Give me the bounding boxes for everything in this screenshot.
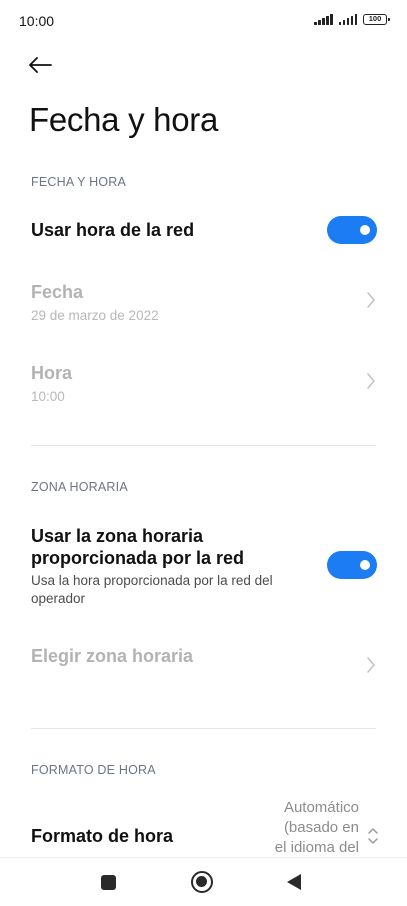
- signal-icon-2: [338, 14, 357, 25]
- date-value: 29 de marzo de 2022: [31, 308, 159, 323]
- chevron-right-icon: [367, 373, 375, 389]
- toggle-knob: [360, 560, 370, 570]
- divider: [31, 445, 376, 446]
- chevron-right-icon: [367, 292, 375, 308]
- network-zone-subtitle-line2: operador: [31, 591, 86, 606]
- status-bar: 10:00 100: [0, 0, 407, 44]
- chevron-up-down-icon[interactable]: [367, 827, 379, 845]
- status-time: 10:00: [19, 13, 55, 29]
- network-zone-subtitle-line1: Usa la hora proporcionada por la red del: [31, 573, 273, 588]
- page-title: Fecha y hora: [29, 101, 219, 138]
- network-zone-toggle[interactable]: [327, 551, 377, 579]
- home-button[interactable]: [191, 871, 213, 893]
- time-format-title: Formato de hora: [31, 826, 174, 846]
- choose-zone-row[interactable]: Elegir zona horaria: [0, 633, 407, 697]
- battery-icon: 100: [363, 14, 390, 25]
- nav-back-button[interactable]: [287, 874, 301, 890]
- choose-zone-title: Elegir zona horaria: [31, 646, 194, 666]
- network-zone-title-line2: proporcionada por la red: [31, 548, 245, 568]
- chevron-right-icon: [367, 657, 375, 673]
- time-format-value: Automático (basado en el idioma del: [244, 798, 359, 858]
- time-format-value-line3: el idioma del: [274, 839, 359, 856]
- network-zone-title-line1: Usar la zona horaria: [31, 526, 204, 546]
- section-header-time-format: FORMATO DE HORA: [31, 763, 156, 777]
- network-time-title: Usar hora de la red: [31, 220, 195, 240]
- date-row[interactable]: Fecha 29 de marzo de 2022: [0, 270, 407, 336]
- network-time-toggle[interactable]: [327, 216, 377, 244]
- divider: [31, 728, 376, 729]
- network-zone-row[interactable]: Usar la zona horaria proporcionada por l…: [0, 520, 407, 612]
- network-time-row[interactable]: Usar hora de la red: [0, 206, 407, 256]
- arrow-left-icon: [29, 57, 52, 73]
- status-icons: 100: [314, 14, 390, 25]
- navigation-bar: [0, 857, 407, 906]
- time-format-value-line2: (basado en: [283, 819, 359, 836]
- toggle-knob: [360, 225, 370, 235]
- time-value: 10:00: [31, 389, 65, 404]
- recents-button[interactable]: [101, 875, 116, 890]
- time-format-value-line1: Automático: [283, 799, 359, 816]
- date-title: Fecha: [31, 282, 84, 302]
- section-header-time-zone: ZONA HORARIA: [31, 480, 128, 494]
- battery-level: 100: [368, 14, 382, 23]
- signal-icon: [314, 14, 333, 25]
- section-header-date-time: FECHA Y HORA: [31, 175, 127, 189]
- time-row[interactable]: Hora 10:00: [0, 351, 407, 417]
- back-button[interactable]: [22, 50, 58, 80]
- time-title: Hora: [31, 363, 73, 383]
